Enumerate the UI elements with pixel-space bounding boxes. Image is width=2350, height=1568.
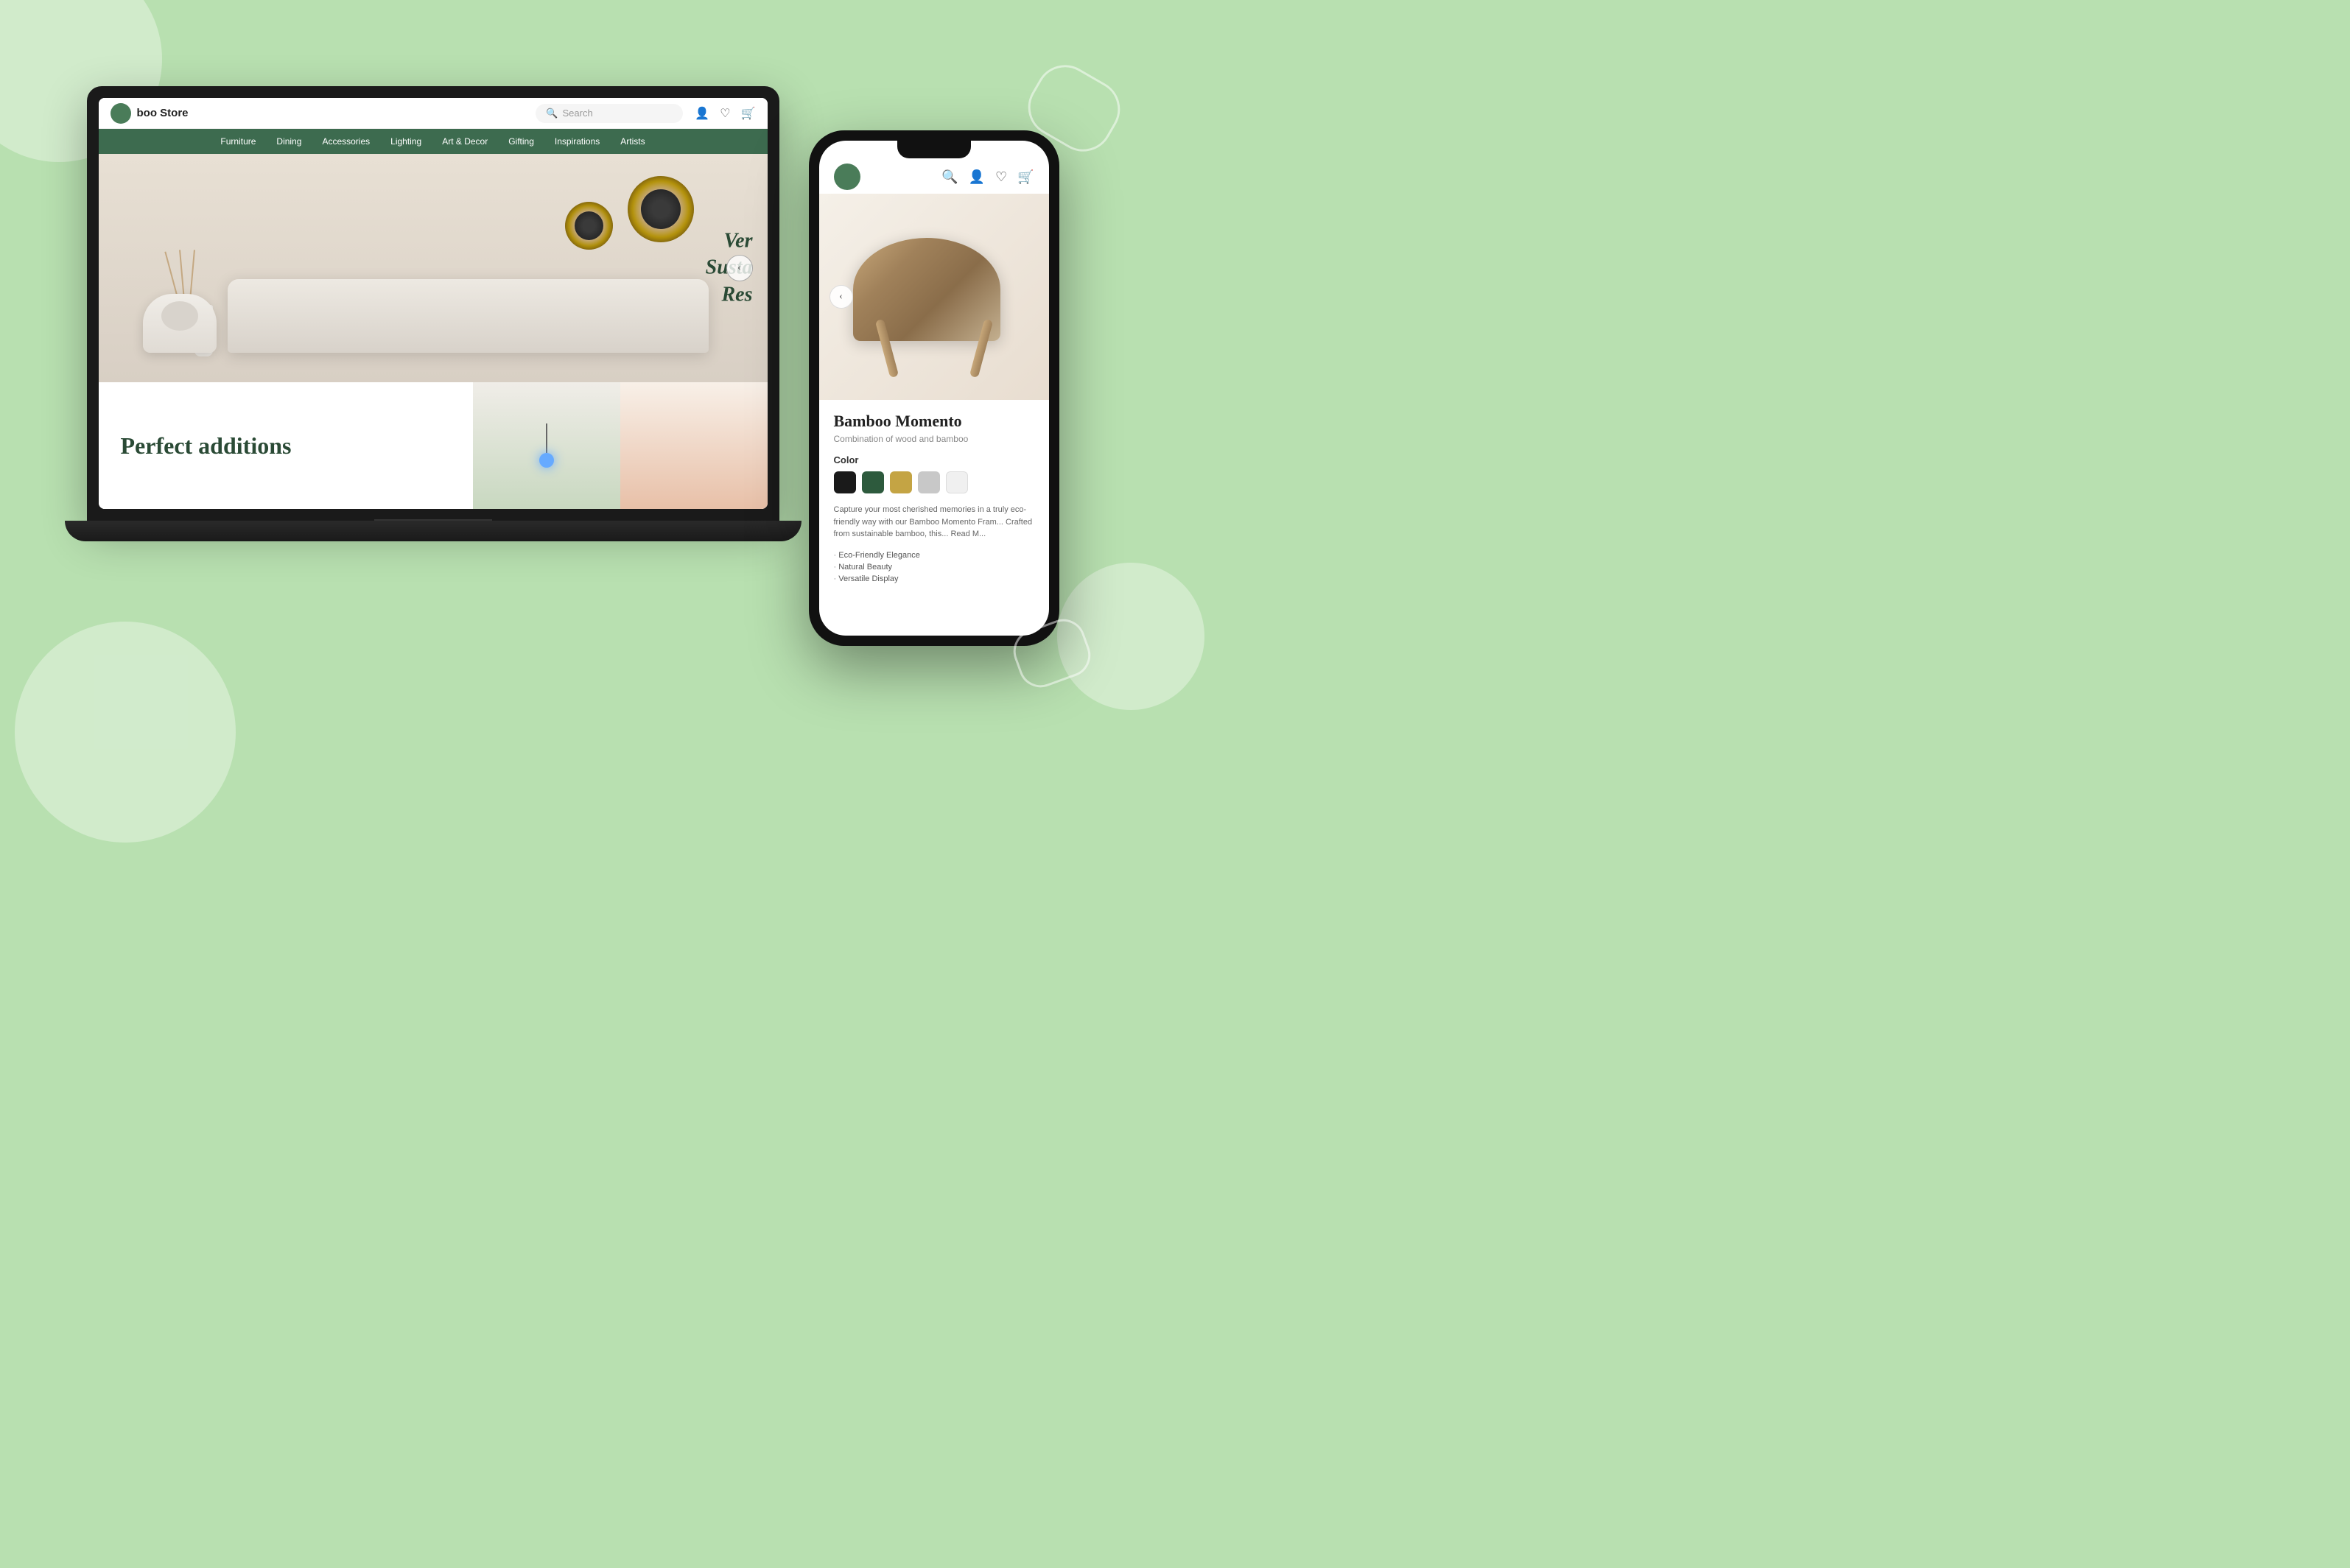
search-bar[interactable]: 🔍 Search [536, 104, 683, 123]
phone-device: 🔍 👤 ♡ 🛒 ‹ Bam [809, 130, 1059, 646]
wall-mirrors [565, 169, 694, 235]
feature-1: Eco-Friendly Elegance [834, 549, 1034, 561]
store-name: boo Store [137, 107, 189, 119]
phone-wishlist-icon[interactable]: ♡ [995, 169, 1007, 185]
mirror-large [628, 176, 694, 242]
hero-prev-arrow[interactable]: ‹ [726, 255, 753, 281]
product-description: Capture your most cherished memories in … [834, 504, 1034, 541]
nav-lighting[interactable]: Lighting [390, 136, 421, 147]
nav-artists[interactable]: Artists [620, 136, 645, 147]
phone-user-icon[interactable]: 👤 [969, 169, 985, 185]
laptop-screen: boo Store 🔍 Search 👤 ♡ 🛒 Furniture [99, 98, 768, 509]
mirror-small [565, 202, 613, 250]
product-back-arrow[interactable]: ‹ [829, 285, 853, 309]
phone-action-icons: 🔍 👤 ♡ 🛒 [941, 169, 1034, 185]
promo-text: Perfect additions [121, 432, 292, 460]
nav-inspirations[interactable]: Inspirations [555, 136, 600, 147]
hero-line3: Res [706, 281, 753, 308]
lamp-bulb [539, 453, 554, 468]
user-icon[interactable]: 👤 [695, 106, 709, 121]
swatch-black[interactable] [834, 471, 856, 493]
table-top [853, 238, 1000, 341]
logo-icon [111, 103, 131, 124]
header-icons: 👤 ♡ 🛒 [695, 106, 755, 121]
product-features-list: Eco-Friendly Elegance Natural Beauty Ver… [834, 549, 1034, 585]
search-placeholder: Search [563, 108, 593, 119]
hero-section: Ver Susta Res ‹ [99, 154, 768, 382]
thumbnail-grid [473, 382, 768, 509]
phone-screen: 🔍 👤 ♡ 🛒 ‹ Bam [819, 141, 1049, 636]
promo-panel: Perfect additions [99, 382, 473, 509]
cart-icon[interactable]: 🛒 [741, 106, 756, 121]
nav-art-decor[interactable]: Art & Decor [442, 136, 488, 147]
color-swatches [834, 471, 1034, 493]
phone-search-icon[interactable]: 🔍 [941, 169, 958, 185]
thumbnail-floral [620, 382, 768, 509]
wishlist-icon[interactable]: ♡ [720, 106, 730, 121]
nav-gifting[interactable]: Gifting [508, 136, 534, 147]
product-image-area: ‹ [819, 194, 1049, 400]
swatch-white[interactable] [946, 471, 968, 493]
navigation-bar: Furniture Dining Accessories Lighting Ar… [99, 129, 768, 154]
laptop-device: boo Store 🔍 Search 👤 ♡ 🛒 Furniture [87, 86, 809, 587]
nav-furniture[interactable]: Furniture [220, 136, 256, 147]
hero-line1: Ver [706, 228, 753, 254]
product-name: Bamboo Momento [834, 412, 1034, 431]
nav-dining[interactable]: Dining [276, 136, 301, 147]
bottom-section: Perfect additions [99, 382, 768, 509]
swatch-green[interactable] [862, 471, 884, 493]
armchair [143, 294, 217, 353]
nav-accessories[interactable]: Accessories [322, 136, 370, 147]
phone-logo [834, 164, 860, 190]
thumbnail-lighting [473, 382, 620, 509]
phone-body: 🔍 👤 ♡ 🛒 ‹ Bam [809, 130, 1059, 646]
lamp-cord [546, 423, 547, 453]
search-icon: 🔍 [546, 108, 558, 119]
phone-notch [897, 141, 971, 158]
swatch-gold[interactable] [890, 471, 912, 493]
phone-cart-icon[interactable]: 🛒 [1017, 169, 1034, 185]
bamboo-table-visual [846, 216, 1023, 378]
laptop-base [65, 521, 802, 541]
feature-2: Natural Beauty [834, 561, 1034, 573]
feature-3: Versatile Display [834, 573, 1034, 585]
product-subtitle: Combination of wood and bamboo [834, 434, 1034, 444]
sofa-main [228, 279, 709, 353]
scene-container: boo Store 🔍 Search 👤 ♡ 🛒 Furniture [72, 42, 1104, 742]
browser-header: boo Store 🔍 Search 👤 ♡ 🛒 [99, 98, 768, 129]
swatch-gray[interactable] [918, 471, 940, 493]
product-details-panel: Bamboo Momento Combination of wood and b… [819, 400, 1049, 597]
color-label: Color [834, 454, 1034, 465]
laptop-body: boo Store 🔍 Search 👤 ♡ 🛒 Furniture [87, 86, 779, 521]
sofa-arrangement [143, 279, 709, 353]
logo-area: boo Store [111, 103, 536, 124]
lamp-visual [473, 382, 620, 509]
